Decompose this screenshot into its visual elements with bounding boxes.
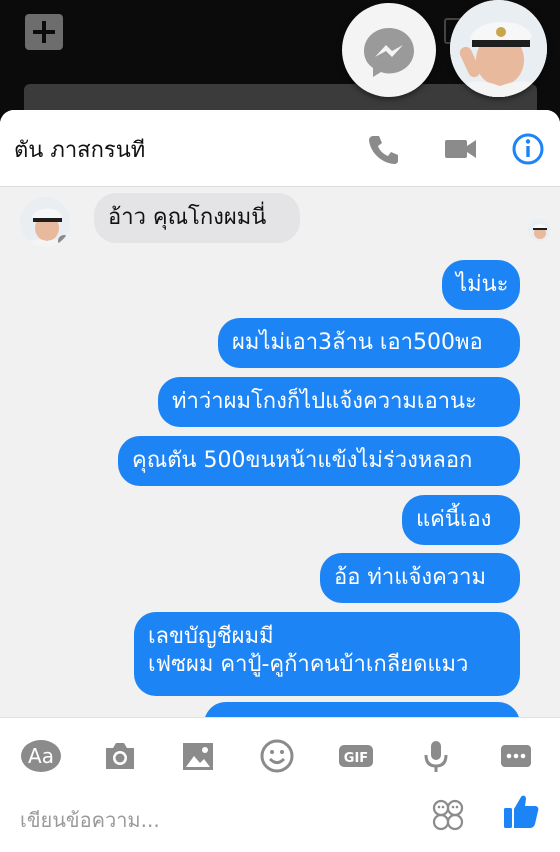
- add-icon[interactable]: [25, 14, 63, 50]
- thumbs-up-icon[interactable]: [500, 790, 542, 832]
- aa-button[interactable]: Aa: [20, 736, 62, 776]
- contact-name[interactable]: ตัน ภาสกรนที: [14, 132, 145, 167]
- message-bubble-outgoing-multiline[interactable]: เลขบัญชีผมมี เฟซผม คาปู้-คูก้าคนบ้าเกลีย…: [134, 612, 520, 696]
- more-icon[interactable]: [496, 736, 536, 776]
- contact-chat-head-avatar[interactable]: [450, 0, 547, 97]
- message-bubble-outgoing[interactable]: แค่นี้เอง: [402, 495, 520, 545]
- contact-avatar: [20, 197, 70, 247]
- message-bubble-outgoing[interactable]: ท่าว่าผมโกงก็ไปแจ้งความเอานะ: [158, 377, 520, 427]
- message-line: เฟซผม คาปู้-คูก้าคนบ้าเกลียดแมว: [148, 652, 469, 677]
- seen-indicator-avatar: [528, 219, 550, 241]
- composer-toolbar: Aa GIF: [0, 717, 560, 793]
- video-call-icon[interactable]: [442, 130, 480, 168]
- message-input[interactable]: [20, 802, 400, 838]
- avatar: [450, 0, 547, 97]
- message-list[interactable]: อ้าว คุณโกงผมนี่ ไม่นะ ผมไม่เอา3ล้าน เอา…: [0, 187, 560, 717]
- composer-bar: [0, 792, 560, 852]
- messenger-icon: [364, 28, 414, 77]
- microphone-icon[interactable]: [416, 736, 456, 776]
- gallery-icon[interactable]: [178, 736, 218, 776]
- phone-icon[interactable]: [364, 130, 402, 168]
- gif-button[interactable]: GIF: [336, 736, 376, 776]
- sticker-icon[interactable]: [430, 797, 466, 833]
- message-bubble-outgoing[interactable]: คุณตัน 500ขนหน้าแข้งไม่ร่วงหลอก: [118, 436, 520, 486]
- message-bubble-outgoing[interactable]: ผมไม่เอา3ล้าน เอา500พอ: [218, 318, 520, 368]
- message-bubble-outgoing[interactable]: อ้อ ท่าแจ้งความ: [320, 553, 520, 603]
- message-bubble-outgoing[interactable]: ไม่นะ: [442, 260, 520, 310]
- chat-header: ตัน ภาสกรนที: [0, 110, 560, 187]
- message-bubble-outgoing-partial[interactable]: [204, 702, 520, 717]
- message-bubble-incoming[interactable]: อ้าว คุณโกงผมนี่: [94, 193, 300, 243]
- emoji-icon[interactable]: [257, 736, 297, 776]
- svg-text:GIF: GIF: [344, 751, 368, 766]
- camera-icon[interactable]: [100, 736, 140, 776]
- messenger-chat-head[interactable]: [342, 3, 436, 97]
- svg-text:Aa: Aa: [28, 744, 54, 768]
- info-icon[interactable]: [509, 130, 547, 168]
- message-line: เลขบัญชีผมมี: [148, 624, 274, 649]
- chat-window: ตัน ภาสกรนที อ้าว คุณโกงผมนี่ ไม่นะ ผมไม…: [0, 110, 560, 852]
